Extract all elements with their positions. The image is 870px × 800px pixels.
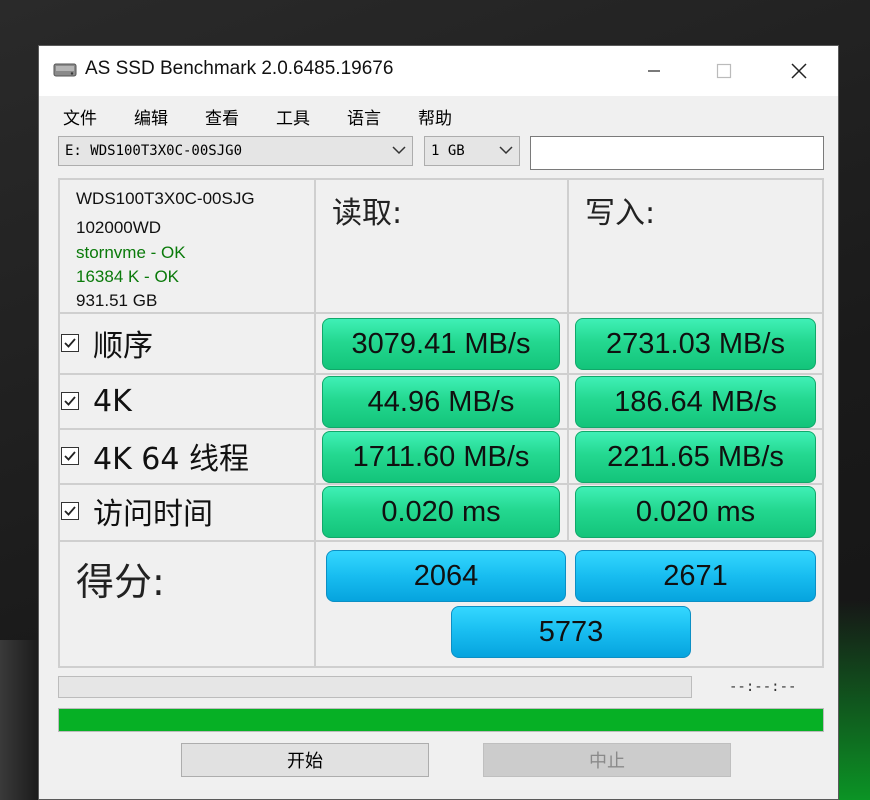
access-read-result: 0.020 ms xyxy=(322,486,560,538)
score-label: 得分: xyxy=(76,560,165,604)
title-bar[interactable]: AS SSD Benchmark 2.0.6485.19676 xyxy=(39,46,838,96)
menu-bar: 文件 编辑 查看 工具 语言 帮助 xyxy=(39,100,838,130)
menu-tools[interactable]: 工具 xyxy=(276,104,310,129)
total-score: 5773 xyxy=(451,606,691,658)
grid-divider xyxy=(58,312,824,314)
drive-select[interactable]: E: WDS100T3X0C-00SJG0 xyxy=(58,136,413,166)
write-column-header: 写入: xyxy=(585,196,656,231)
4k-write-result: 186.64 MB/s xyxy=(575,376,816,428)
drive-firmware: 102000WD xyxy=(76,218,162,237)
read-column-header: 读取: xyxy=(332,196,403,231)
4k-checkbox[interactable] xyxy=(61,392,79,410)
alignment-status: 16384 K - OK xyxy=(76,267,180,286)
access-time-checkbox[interactable] xyxy=(61,502,79,520)
extra-text-field[interactable] xyxy=(530,136,824,170)
seq-write-result: 2731.03 MB/s xyxy=(575,318,816,370)
checkmark-icon xyxy=(64,396,76,406)
maximize-button[interactable] xyxy=(689,46,759,96)
minimize-icon xyxy=(648,70,660,72)
window-title: AS SSD Benchmark 2.0.6485.19676 xyxy=(85,58,394,79)
4k64-label: 4K 64 线程 xyxy=(93,442,250,477)
grid-divider xyxy=(58,178,60,668)
close-icon xyxy=(791,63,807,79)
drive-app-icon xyxy=(53,61,77,79)
grid-divider xyxy=(314,178,316,668)
4k-read-result: 44.96 MB/s xyxy=(322,376,560,428)
menu-file[interactable]: 文件 xyxy=(63,104,97,129)
menu-help[interactable]: 帮助 xyxy=(418,104,452,129)
overall-progress-fill xyxy=(59,709,823,731)
grid-divider xyxy=(567,178,569,540)
drive-model: WDS100T3X0C-00SJG xyxy=(76,189,255,208)
test-progress-bar xyxy=(58,676,692,698)
abort-button[interactable]: 中止 xyxy=(483,743,731,777)
as-ssd-window: AS SSD Benchmark 2.0.6485.19676 文件 编辑 查看… xyxy=(38,45,839,800)
test-row-4k[interactable]: 4K xyxy=(61,381,132,421)
drive-select-value: E: WDS100T3X0C-00SJG0 xyxy=(65,143,243,159)
4k-label: 4K xyxy=(93,383,132,419)
grid-divider xyxy=(58,540,824,542)
grid-divider xyxy=(822,178,824,668)
checkmark-icon xyxy=(64,338,76,348)
elapsed-time: --:--:-- xyxy=(729,679,797,695)
checkmark-icon xyxy=(64,451,76,461)
overall-progress-bar xyxy=(58,708,824,732)
4k64-read-result: 1711.60 MB/s xyxy=(322,431,560,483)
drive-capacity: 931.51 GB xyxy=(76,291,158,310)
grid-divider xyxy=(58,666,824,668)
test-row-seq[interactable]: 顺序 xyxy=(61,323,153,364)
grid-divider xyxy=(58,483,824,485)
menu-view[interactable]: 查看 xyxy=(205,104,239,129)
close-button[interactable] xyxy=(764,46,834,96)
test-row-4k64[interactable]: 4K 64 线程 xyxy=(61,436,250,477)
chevron-down-icon xyxy=(499,146,513,155)
maximize-icon xyxy=(716,63,732,79)
minimize-button[interactable] xyxy=(619,46,689,96)
checkmark-icon xyxy=(64,506,76,516)
chevron-down-icon xyxy=(392,146,406,155)
menu-edit[interactable]: 编辑 xyxy=(134,104,168,129)
write-score: 2671 xyxy=(575,550,816,602)
grid-divider xyxy=(58,428,824,430)
4k64-checkbox[interactable] xyxy=(61,447,79,465)
seq-label: 顺序 xyxy=(93,329,153,364)
start-button[interactable]: 开始 xyxy=(181,743,429,777)
test-size-select[interactable]: 1 GB xyxy=(424,136,520,166)
access-time-label: 访问时间 xyxy=(93,497,213,532)
grid-divider xyxy=(58,178,824,180)
4k64-write-result: 2211.65 MB/s xyxy=(575,431,816,483)
seq-checkbox[interactable] xyxy=(61,334,79,352)
driver-status: stornvme - OK xyxy=(76,243,186,262)
test-row-access[interactable]: 访问时间 xyxy=(61,491,213,532)
seq-read-result: 3079.41 MB/s xyxy=(322,318,560,370)
desktop-shadow xyxy=(0,640,40,800)
menu-language[interactable]: 语言 xyxy=(347,104,381,129)
grid-divider xyxy=(58,373,824,375)
read-score: 2064 xyxy=(326,550,566,602)
access-write-result: 0.020 ms xyxy=(575,486,816,538)
test-size-value: 1 GB xyxy=(431,143,465,159)
